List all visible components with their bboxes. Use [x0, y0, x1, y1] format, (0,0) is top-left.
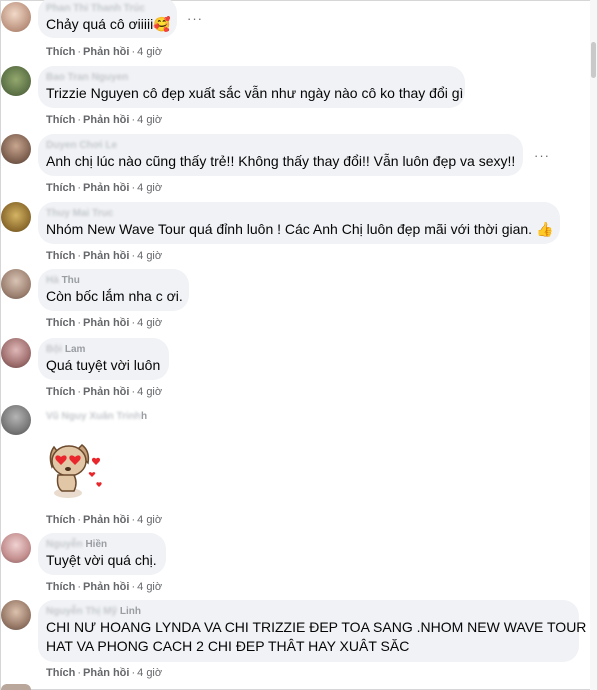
comment-time[interactable]: 4 giờ	[137, 667, 162, 679]
scrollbar-thumb[interactable]	[591, 42, 596, 78]
comment-time[interactable]: 4 giờ	[137, 182, 162, 194]
comment-actions: Thích · Phản hồi · 4 giờ	[46, 250, 162, 262]
avatar[interactable]	[1, 66, 31, 96]
comment-text: Trizzie Nguyen cô đẹp xuất sắc vẫn như n…	[46, 85, 464, 101]
like-button[interactable]: Thích	[46, 182, 75, 194]
comment-actions: Thích · Phản hồi · 4 giờ	[46, 386, 162, 398]
comment-actions: Thích · Phản hồi · 4 giờ	[46, 581, 162, 593]
reply-button[interactable]: Phản hồi	[83, 581, 129, 593]
comment-author[interactable]: Hà Thu	[46, 274, 177, 287]
comment-bubble: Bao Tran Nguyen Trizzie Nguyen cô đẹp xu…	[38, 66, 465, 108]
separator: ·	[131, 317, 136, 329]
comment-text-line-1: CHI NƯ HOANG LYNDA VA CHI TRIZZIE ĐEP TO…	[46, 619, 587, 635]
comment-author[interactable]: Duyen Chơi Le	[46, 139, 511, 152]
avatar[interactable]	[1, 2, 31, 32]
comment-actions: Thích · Phản hồi · 4 giờ	[46, 667, 162, 679]
reply-button[interactable]: Phản hồi	[83, 667, 129, 679]
comment-text: Tuyệt vời quá chị.	[46, 552, 157, 568]
like-button[interactable]: Thích	[46, 667, 75, 679]
like-button[interactable]: Thích	[46, 114, 75, 126]
avatar[interactable]	[1, 269, 31, 299]
separator: ·	[77, 386, 82, 398]
avatar[interactable]	[1, 134, 31, 164]
like-button[interactable]: Thích	[46, 46, 75, 58]
comment-bubble: Thuy Mai Truc Nhóm New Wave Tour quá đỉn…	[38, 202, 560, 244]
comment-author[interactable]: Vũ Nguy Xuân Trinhh	[46, 410, 147, 423]
comment-bubble: Bội Lam Quá tuyệt vời luôn	[38, 338, 169, 380]
separator: ·	[131, 182, 136, 194]
separator: ·	[77, 114, 82, 126]
reply-button[interactable]: Phản hồi	[83, 114, 129, 126]
like-button[interactable]: Thích	[46, 581, 75, 593]
like-button[interactable]: Thích	[46, 250, 75, 262]
comment-text: Còn bốc lắm nha c ơi.	[46, 288, 183, 304]
separator: ·	[131, 386, 136, 398]
comment-time[interactable]: 4 giờ	[137, 581, 162, 593]
dog-heart-eyes-sticker	[44, 437, 106, 506]
separator: ·	[77, 667, 82, 679]
comment-author[interactable]: Phan Thi Thanh Trúc	[46, 2, 165, 15]
avatar[interactable]	[1, 600, 31, 630]
comment-actions: Thích · Phản hồi · 4 giờ	[46, 514, 162, 526]
comment-time[interactable]: 4 giờ	[137, 514, 162, 526]
comment-text-line-2: HAT VA PHONG CACH 2 CHI ĐEP THÂT HAY XUÂ…	[46, 638, 410, 654]
comment-actions: Thích · Phản hồi · 4 giờ	[46, 114, 162, 126]
comment-text: Nhóm New Wave Tour quá đỉnh luôn ! Các A…	[46, 221, 554, 237]
separator: ·	[131, 114, 136, 126]
comment-bubble: Duyen Chơi Le Anh chị lúc nào cũng thấy …	[38, 134, 523, 176]
comment-bubble: Phan Thi Thanh Trúc Chảy quá cô ơiiiii🥰	[38, 0, 177, 38]
separator: ·	[77, 46, 82, 58]
separator: ·	[131, 581, 136, 593]
comment-author[interactable]: Nguyễn Hiền	[46, 538, 154, 551]
comment-author[interactable]: Bội Lam	[46, 343, 157, 356]
reply-button[interactable]: Phản hồi	[83, 46, 129, 58]
separator: ·	[131, 250, 136, 262]
comment-bubble: Nguyễn Hiền Tuyệt vời quá chị.	[38, 533, 166, 575]
avatar[interactable]	[1, 202, 31, 232]
separator: ·	[131, 667, 136, 679]
comment-time[interactable]: 4 giờ	[137, 46, 162, 58]
avatar[interactable]	[1, 405, 31, 435]
comment-time[interactable]: 4 giờ	[137, 317, 162, 329]
comment-time[interactable]: 4 giờ	[137, 114, 162, 126]
comment-time[interactable]: 4 giờ	[137, 386, 162, 398]
more-options-icon[interactable]: ···	[534, 148, 550, 163]
separator: ·	[77, 581, 82, 593]
like-button[interactable]: Thích	[46, 386, 75, 398]
comment-bubble: Hà Thu Còn bốc lắm nha c ơi.	[38, 269, 189, 311]
comment-author[interactable]: Nguyễn Thị Mỹ Linh	[46, 605, 567, 618]
comment-actions: Thích · Phản hồi · 4 giờ	[46, 317, 162, 329]
comment-actions: Thích · Phản hồi · 4 giờ	[46, 46, 162, 58]
separator: ·	[77, 250, 82, 262]
comment-text: Chảy quá cô ơiiiii🥰	[46, 16, 171, 32]
comment-text: Anh chị lúc nào cũng thấy trẻ!! Không th…	[46, 153, 516, 169]
comment-text: Quá tuyệt vời luôn	[46, 357, 161, 373]
separator: ·	[77, 317, 82, 329]
comment-time[interactable]: 4 giờ	[137, 250, 162, 262]
separator: ·	[77, 182, 82, 194]
reply-button[interactable]: Phản hồi	[83, 182, 129, 194]
reply-button[interactable]: Phản hồi	[83, 386, 129, 398]
comment-bubble: Nguyễn Thị Mỹ Linh CHI NƯ HOANG LYNDA VA…	[38, 600, 587, 662]
comment-actions: Thích · Phản hồi · 4 giờ	[46, 182, 162, 194]
reply-button[interactable]: Phản hồi	[83, 514, 129, 526]
avatar[interactable]	[1, 533, 31, 563]
reply-button[interactable]: Phản hồi	[83, 250, 129, 262]
avatar[interactable]	[1, 338, 31, 368]
next-comment-avatar[interactable]	[1, 684, 31, 690]
separator: ·	[131, 514, 136, 526]
separator: ·	[77, 514, 82, 526]
separator: ·	[131, 46, 136, 58]
comment-author[interactable]: Bao Tran Nguyen	[46, 71, 453, 84]
reply-button[interactable]: Phản hồi	[83, 317, 129, 329]
more-options-icon[interactable]: ···	[187, 11, 203, 26]
comment-author[interactable]: Thuy Mai Truc	[46, 207, 548, 220]
like-button[interactable]: Thích	[46, 514, 75, 526]
scrollbar[interactable]	[590, 0, 597, 690]
like-button[interactable]: Thích	[46, 317, 75, 329]
